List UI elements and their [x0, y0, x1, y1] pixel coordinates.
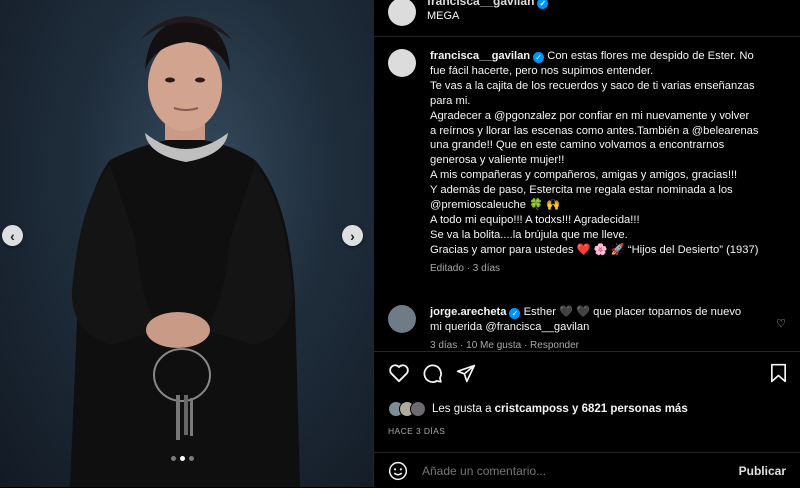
caption-line: Y además de paso, Estercita me regala es…: [430, 184, 733, 197]
caption-line: fue fácil hacerte, pero nos supimos ente…: [430, 64, 654, 77]
carousel-prev-button[interactable]: ‹: [2, 225, 23, 246]
publish-button[interactable]: Publicar: [739, 464, 786, 478]
likes-user[interactable]: cristcamposs: [495, 403, 569, 415]
heart-icon[interactable]: [388, 363, 410, 383]
header-avatar[interactable]: [388, 0, 416, 26]
caption-line: Con estas flores me despido de Ester. No: [547, 50, 754, 62]
portrait-illustration: [70, 16, 300, 487]
carousel-dot: [189, 456, 194, 461]
header-username[interactable]: francisca__gavilan ✓: [427, 0, 549, 9]
action-bar: [374, 351, 800, 392]
add-comment-bar: Publicar: [374, 452, 800, 488]
post-photo: ‹ ›: [0, 0, 373, 487]
comment-meta: 3 días · 10 Me gusta · Responder: [430, 339, 579, 350]
carousel-dot: [171, 456, 176, 461]
comment-icon[interactable]: [422, 363, 443, 384]
post-header: francisca__gavilan ✓ MEGA: [374, 0, 800, 37]
verified-icon: ✓: [509, 308, 521, 319]
caption-line: Agradecer a @pgonzalez por confiar en mi…: [430, 109, 750, 122]
comment-body: jorge.arecheta ✓ Esther 🖤 🖤 que placer to…: [430, 305, 766, 350]
caption-line: una grande!! Que en este camino volvamos…: [430, 139, 725, 152]
post-side-panel: francisca__gavilan ✓ MEGA francisca__gavi…: [373, 0, 800, 487]
caption-line: Se va la bolita....la brújula que me lle…: [430, 228, 628, 241]
instagram-post-view: ‹ › francisca__gavilan ✓ MEGA francisca__…: [0, 0, 800, 487]
caption-line: @premioscaleuche 🍀 🙌: [430, 199, 561, 212]
comment-text: Esther 🖤 🖤 que placer toparnos de nuevo: [523, 306, 742, 318]
caption-line: Gracias y amor para ustedes ❤️ 🌸 🚀 “Hijo…: [430, 243, 759, 256]
caption: francisca__gavilan ✓ Con estas flores me …: [388, 49, 786, 289]
add-comment-input[interactable]: [420, 462, 739, 479]
comment-avatar[interactable]: [388, 305, 416, 333]
likes-text: Les gusta a cristcamposs y 6821 personas…: [432, 403, 688, 415]
carousel-next-button[interactable]: ›: [342, 225, 363, 246]
caption-line: A mis compañeras y compañeros, amigas y …: [430, 169, 738, 182]
comment-item: jorge.arecheta ✓ Esther 🖤 🖤 que placer to…: [388, 305, 786, 350]
caption-line: a reírnos y llorar las escenas como ante…: [430, 124, 759, 137]
comment-username[interactable]: jorge.arecheta: [430, 306, 506, 318]
carousel-dots: [171, 456, 194, 461]
caption-avatar[interactable]: [388, 49, 416, 77]
header-subtitle[interactable]: MEGA: [427, 10, 459, 22]
comment-text: mi querida @francisca__gavilan: [430, 320, 590, 333]
emoji-icon[interactable]: [388, 461, 408, 481]
caption-line: Te vas a la cajita de los recuerdos y sa…: [430, 79, 755, 92]
comment-like-heart-icon[interactable]: ♡: [776, 317, 786, 330]
liker-avatar: [410, 401, 426, 417]
bookmark-icon[interactable]: [770, 363, 787, 383]
comments-area[interactable]: francisca__gavilan ✓ Con estas flores me …: [374, 37, 800, 350]
share-icon[interactable]: [456, 363, 476, 383]
caption-meta: Editado · 3 días: [430, 262, 501, 274]
likes-count[interactable]: y 6821 personas más: [569, 403, 688, 415]
verified-icon: ✓: [533, 52, 545, 63]
caption-body: francisca__gavilan ✓ Con estas flores me …: [430, 49, 772, 277]
post-date: HACE 3 DÍAS: [388, 426, 446, 436]
caption-username[interactable]: francisca__gavilan: [430, 50, 530, 62]
caption-line: A todo mi equipo!!! A todxs!!! Agradecid…: [430, 213, 640, 226]
verified-icon: ✓: [537, 0, 549, 9]
caption-line: generosa y valiente mujer!!: [430, 154, 565, 167]
carousel-dot-active: [180, 456, 185, 461]
caption-line: para mi.: [430, 94, 471, 107]
likes-summary[interactable]: Les gusta a cristcamposs y 6821 personas…: [388, 398, 800, 420]
